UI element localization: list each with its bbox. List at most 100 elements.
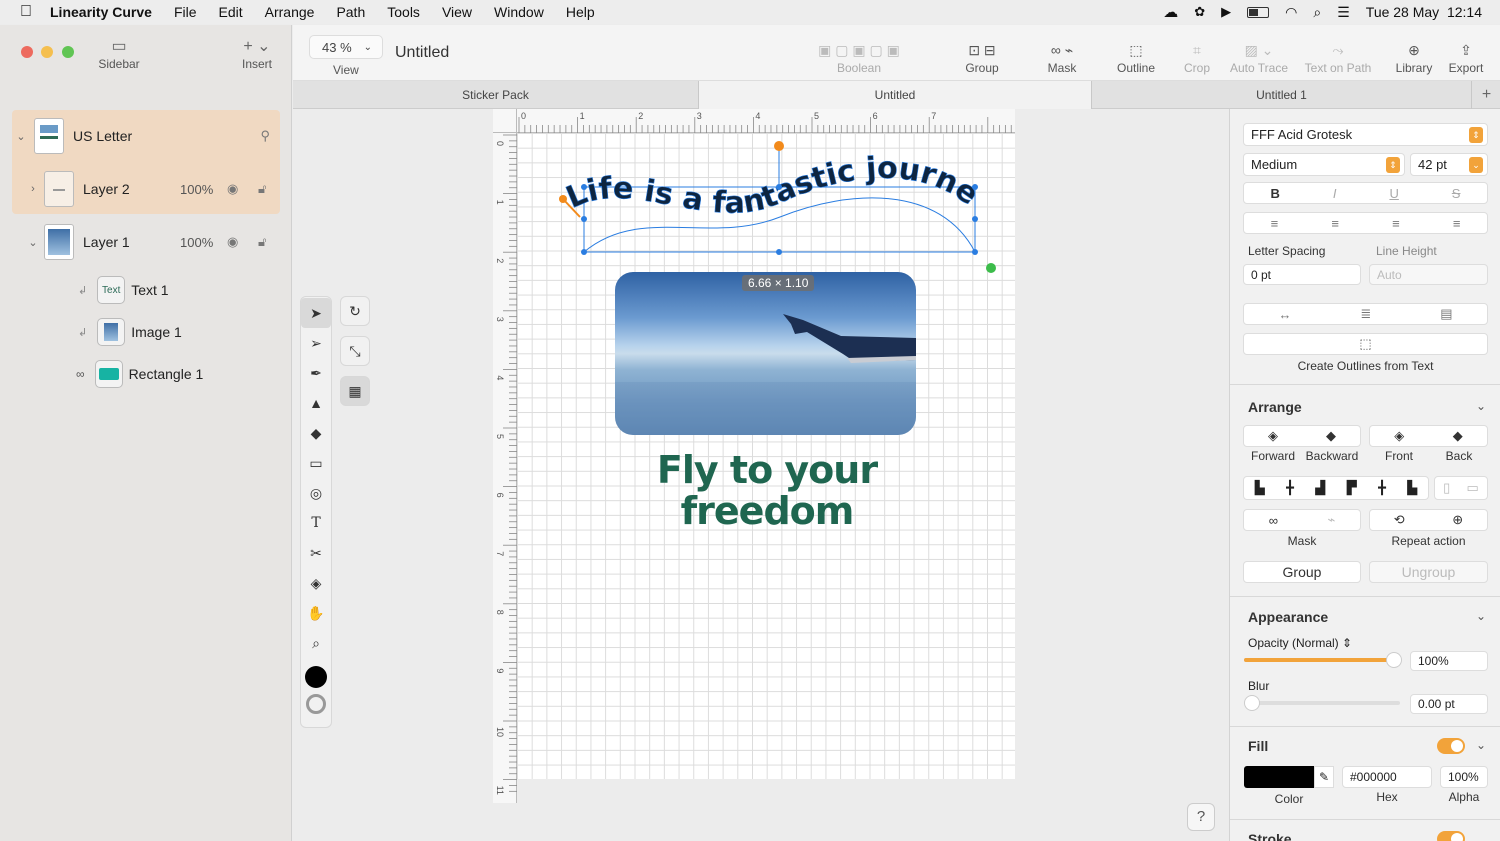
fill-color-swatch[interactable]: [1244, 766, 1314, 788]
battery-icon[interactable]: [1247, 6, 1270, 18]
menu-help[interactable]: Help: [566, 4, 595, 20]
menu-file[interactable]: File: [174, 4, 197, 20]
close-button[interactable]: [21, 46, 33, 58]
pencil-tool-icon[interactable]: ▲: [301, 388, 331, 418]
menu-tools[interactable]: Tools: [387, 4, 420, 20]
bold-button[interactable]: B: [1270, 186, 1279, 201]
blur-slider-thumb[interactable]: [1244, 695, 1260, 711]
align-left-edge-icon[interactable]: ▙: [1255, 480, 1265, 496]
horizontal-text-icon[interactable]: ↔: [1278, 307, 1291, 322]
strikethrough-button[interactable]: S: [1452, 186, 1461, 201]
chevron-down-icon[interactable]: ⌄: [12, 130, 30, 143]
eye-icon[interactable]: ◉: [227, 181, 238, 197]
lasso-tool-icon[interactable]: ◎: [301, 478, 331, 508]
fill-color-swatch[interactable]: [305, 666, 327, 688]
wifi-icon[interactable]: ◠: [1285, 4, 1297, 21]
list-item[interactable]: ∞ Rectangle 1: [12, 357, 280, 391]
lock-icon[interactable]: 🔓︎: [258, 181, 266, 197]
backward-icon[interactable]: ◆: [1326, 428, 1336, 444]
list-item[interactable]: ↲ Text Text 1: [12, 273, 280, 307]
auto-trace-button[interactable]: ▨ ⌄ Auto Trace: [1227, 39, 1291, 76]
group-button[interactable]: ⊡ ⊟ Group: [953, 39, 1011, 76]
hand-tool-icon[interactable]: ✋: [301, 598, 331, 628]
fill-toggle[interactable]: [1437, 738, 1465, 754]
library-button[interactable]: ⊕ Library: [1387, 39, 1441, 76]
cloud-icon[interactable]: ☁: [1163, 3, 1178, 21]
path-start-handle[interactable]: [559, 195, 567, 203]
menu-view[interactable]: View: [442, 4, 472, 20]
eyedropper-icon[interactable]: ✎: [1314, 766, 1334, 788]
stroke-color-swatch[interactable]: [306, 694, 326, 714]
help-button[interactable]: ?: [1187, 803, 1215, 831]
text-tool-icon[interactable]: T: [301, 508, 331, 538]
text-box-icon[interactable]: ▤: [1440, 306, 1452, 322]
opacity-slider-thumb[interactable]: [1385, 652, 1402, 668]
forward-icon[interactable]: ◈: [1268, 428, 1278, 444]
group-button[interactable]: Group: [1243, 561, 1361, 583]
export-button[interactable]: ⇪ Export: [1443, 39, 1489, 76]
blur-slider[interactable]: [1244, 695, 1400, 711]
blur-field[interactable]: 0.00 pt: [1410, 694, 1488, 714]
brush-tool-icon[interactable]: ◆: [301, 418, 331, 448]
eye-icon[interactable]: ◉: [227, 234, 238, 250]
clock[interactable]: Tue 28 May 12:14: [1366, 4, 1482, 20]
menu-window[interactable]: Window: [494, 4, 544, 20]
document-title[interactable]: Untitled: [395, 44, 449, 62]
ungroup-button[interactable]: Ungroup: [1369, 561, 1488, 583]
zoom-control[interactable]: 43 % ⌄: [309, 35, 383, 59]
repeat-icon[interactable]: ⟲: [1394, 512, 1405, 528]
justify-icon[interactable]: ≡: [1453, 216, 1461, 231]
headline-text[interactable]: Fly to your freedom: [617, 450, 917, 532]
warp-tool-icon[interactable]: ▦: [340, 376, 370, 406]
scissors-tool-icon[interactable]: ✂: [301, 538, 331, 568]
opacity-slider[interactable]: [1244, 652, 1402, 668]
zoom-button[interactable]: [62, 46, 74, 58]
mask-icon[interactable]: ∞: [1269, 513, 1278, 528]
zoom-tool-icon[interactable]: ⌕: [301, 628, 331, 658]
align-bottom-edge-icon[interactable]: ▙: [1407, 480, 1417, 496]
unmask-icon[interactable]: ⌁: [1327, 512, 1335, 528]
rotate-handle[interactable]: [774, 141, 784, 151]
chevron-right-icon[interactable]: ›: [24, 183, 42, 195]
rotate-tool-icon[interactable]: ↻: [340, 296, 370, 326]
mask-button[interactable]: ∞ ⌁ Mask: [1039, 39, 1085, 76]
node-tool-icon[interactable]: ➢: [301, 328, 331, 358]
align-v-center-icon[interactable]: ╋: [1378, 480, 1386, 496]
flower-icon[interactable]: ✿: [1194, 4, 1205, 20]
tab-untitled[interactable]: Untitled: [699, 81, 1092, 109]
play-icon[interactable]: ▶: [1221, 4, 1231, 20]
align-center-icon[interactable]: ≡: [1331, 216, 1339, 231]
menu-path[interactable]: Path: [336, 4, 365, 20]
curved-text-selection[interactable]: Life is a fantastic journey: [550, 135, 1010, 280]
apple-icon[interactable]: : [20, 3, 32, 21]
control-center-icon[interactable]: ☰: [1337, 4, 1350, 21]
selection-tool-icon[interactable]: ➤: [301, 298, 331, 328]
align-left-icon[interactable]: ≡: [1271, 216, 1279, 231]
layer-row[interactable]: ⌄ Layer 1 100% ◉ 🔓︎: [12, 220, 280, 264]
distribute-v-icon[interactable]: ▭: [1467, 480, 1479, 496]
create-outlines-button[interactable]: ⬚: [1243, 333, 1488, 355]
line-height-field[interactable]: Auto: [1369, 264, 1488, 285]
distribute-h-icon[interactable]: ▯: [1443, 480, 1450, 496]
sidebar-toggle-button[interactable]: ▭ Sidebar: [92, 37, 146, 71]
layer-row[interactable]: › Layer 2 100% ◉ 🔓︎: [12, 167, 280, 211]
align-top-edge-icon[interactable]: ▛: [1347, 480, 1357, 496]
new-tab-button[interactable]: +: [1473, 81, 1500, 109]
menu-arrange[interactable]: Arrange: [265, 4, 315, 20]
search-icon[interactable]: ⌕: [1313, 4, 1321, 21]
pen-tool-icon[interactable]: ✒: [301, 358, 331, 388]
chevron-down-icon[interactable]: ⌄: [1476, 609, 1486, 623]
list-item[interactable]: ↲ Image 1: [12, 315, 280, 349]
opacity-mode-select[interactable]: Opacity (Normal) ⇕: [1248, 636, 1352, 650]
align-right-icon[interactable]: ≡: [1392, 216, 1400, 231]
letter-spacing-field[interactable]: 0 pt: [1243, 264, 1361, 285]
eraser-tool-icon[interactable]: ◈: [301, 568, 331, 598]
align-right-edge-icon[interactable]: ▟: [1315, 480, 1325, 496]
back-icon[interactable]: ◆: [1453, 428, 1463, 444]
font-size-field[interactable]: 42 pt ⌄: [1410, 153, 1488, 176]
italic-button[interactable]: I: [1333, 186, 1337, 201]
fill-alpha-field[interactable]: 100%: [1440, 766, 1488, 788]
chevron-down-icon[interactable]: ⌄: [1476, 399, 1486, 413]
front-icon[interactable]: ◈: [1394, 428, 1404, 444]
opacity-field[interactable]: 100%: [1410, 651, 1488, 671]
